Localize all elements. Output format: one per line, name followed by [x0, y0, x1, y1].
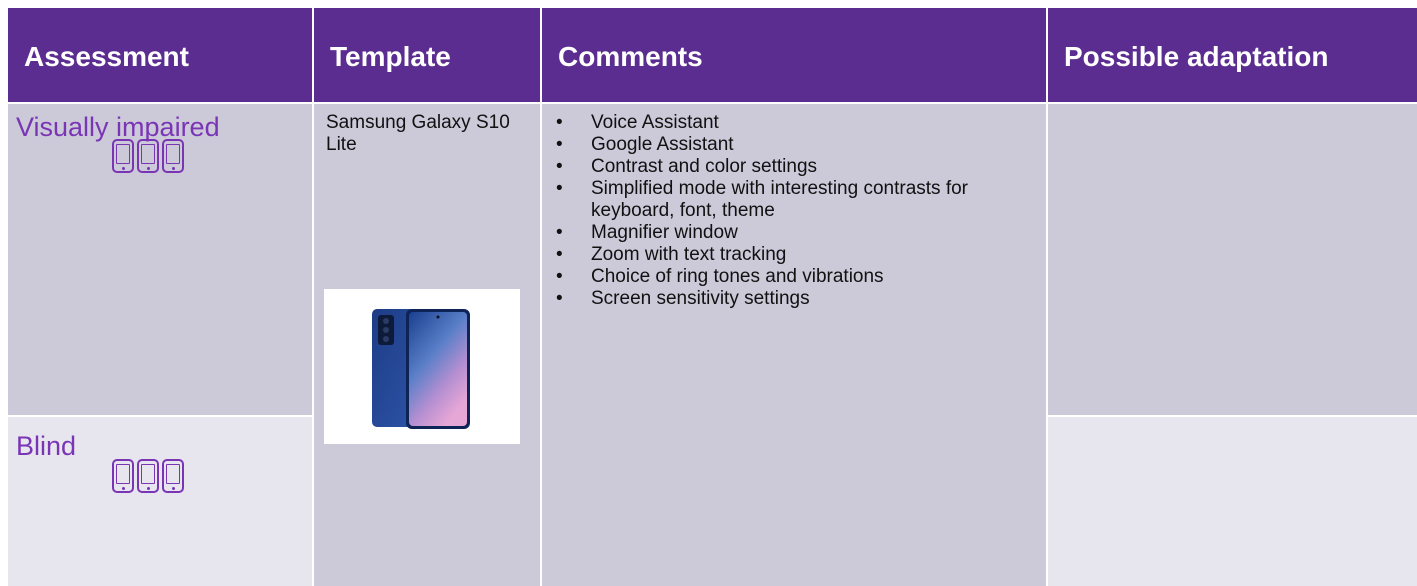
smartphone-icon [137, 139, 159, 173]
smartphone-icon [137, 459, 159, 493]
comments-list: • Voice Assistant • Google Assistant • Cont… [554, 112, 1046, 310]
assessment-label: Blind [16, 431, 77, 461]
header-template: Template [314, 8, 540, 102]
assessment-table: Assessment Template Comments Possible ad… [8, 8, 1417, 586]
adaptation-cell-blind [1048, 417, 1417, 586]
template-name: Samsung Galaxy S10 Lite [326, 112, 510, 155]
comment-item: • Voice Assistant [556, 112, 719, 133]
assessment-cell-visually-impaired: Visually impaired [8, 104, 312, 415]
phone-rating [112, 459, 184, 493]
comment-item: • Zoom with text tracking [556, 244, 787, 265]
assessment-cell-blind: Blind [8, 417, 312, 586]
comment-item: • Google Assistant [556, 134, 734, 155]
smartphone-product-image [324, 289, 520, 444]
header-possible-adaptation: Possible adaptation [1048, 8, 1417, 102]
phone-rating [112, 139, 184, 173]
assessment-label: Visually impaired [16, 112, 220, 142]
comment-item: • Screen sensitivity settings [556, 288, 810, 309]
comment-item: • Contrast and color settings [556, 156, 818, 177]
comment-item: • Magnifier window [556, 222, 738, 243]
header-comments: Comments [542, 8, 1046, 102]
header-assessment: Assessment [8, 8, 312, 102]
smartphone-icon [162, 139, 184, 173]
smartphone-icon [162, 459, 184, 493]
comments-cell: • Voice Assistant • Google Assistant • Cont… [542, 104, 1046, 586]
template-cell: Samsung Galaxy S10 Lite [314, 104, 540, 586]
adaptation-cell-visually-impaired [1048, 104, 1417, 415]
smartphone-icon [112, 459, 134, 493]
comment-item: • Simplified mode with interesting contra… [556, 178, 968, 221]
comment-item: • Choice of ring tones and vibrations [556, 266, 884, 287]
smartphone-icon [112, 139, 134, 173]
